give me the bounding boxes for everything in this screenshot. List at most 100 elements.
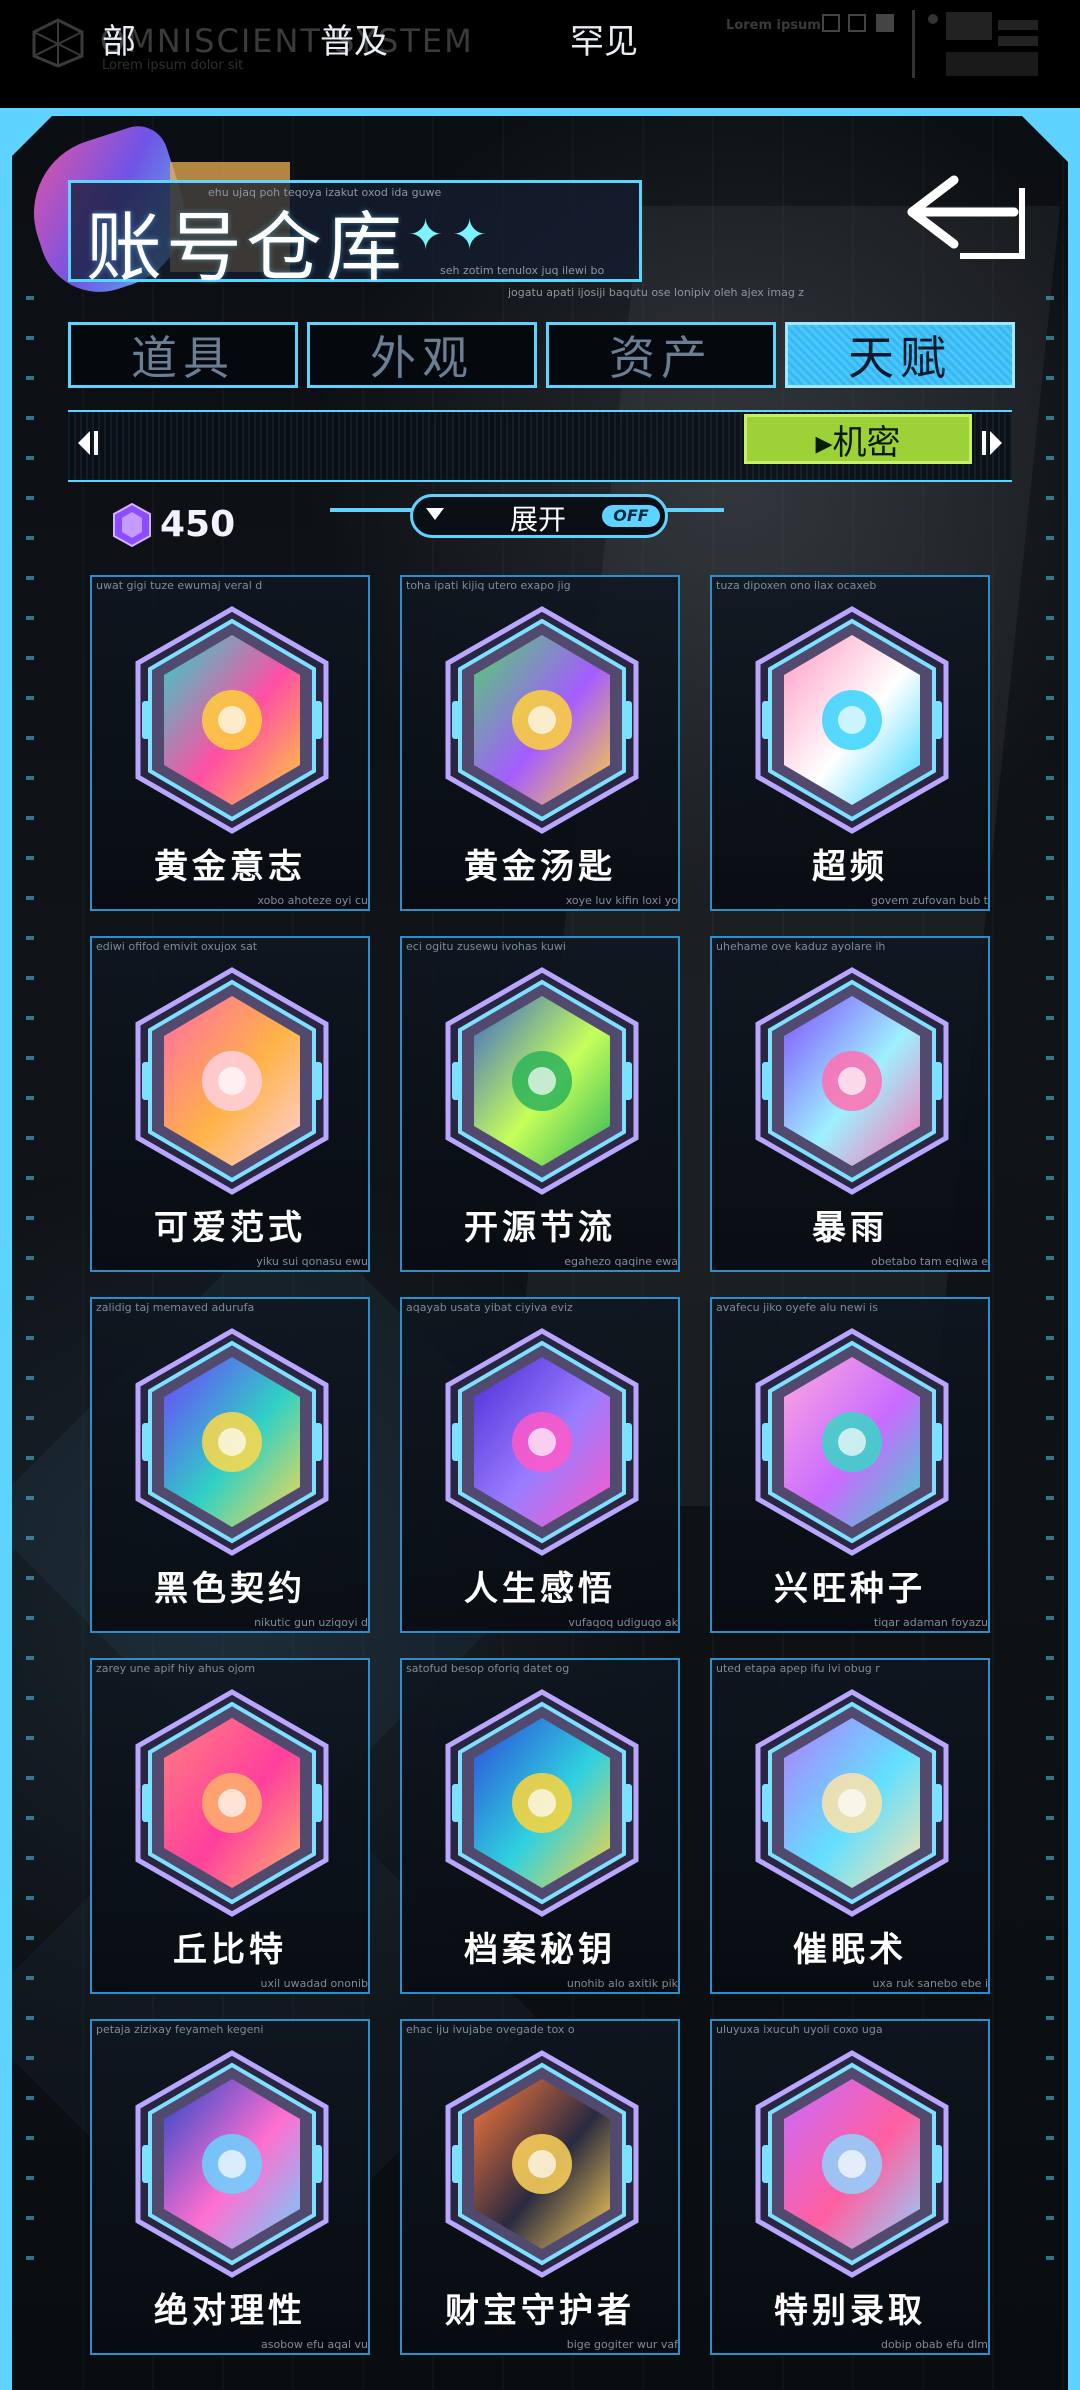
filled-square-icon [876,14,894,32]
top-bar: OMNISCIENT SYSTEM Lorem ipsum dolor sit … [0,0,1080,108]
page-title: 账号仓库 [86,203,406,292]
talent-card[interactable]: ehac iju ivujabe ovegade tox o 财宝守护者 bige … [400,2019,680,2355]
bg-dots-left [26,296,34,2296]
top-divider [912,10,915,78]
close-box-icon [848,14,866,32]
brain-head-icon [135,2050,329,2278]
card-caption-bottom: xobo ahoteze oyi cu [257,894,368,907]
card-caption-top: zalidig taj memaved adurufa [96,1301,255,1314]
card-caption-bottom: asobow efu aqal vu [260,2338,368,2351]
card-caption-bottom: obetabo tam eqiwa e [871,1255,988,1268]
title-caption-top: ehu ujaq poh teqoya izakut oxod ida guwe [208,186,442,199]
talent-card[interactable]: zarey une apif hiy ahus ojom 丘比特 uxil uwad… [90,1658,370,1994]
flower-seed-icon [755,1328,949,1556]
card-caption-top: uwat gigi tuze ewumaj veral d [96,579,263,592]
sparkle-icon: ✦ [408,210,444,259]
gem-count: 450 [160,504,236,545]
card-caption-top: satofud besop oforiq datet og [406,1662,570,1675]
filter-prev-arrow-icon[interactable] [76,428,100,458]
omniscient-logo-icon [32,18,84,68]
talent-name: 暴雨 [812,1208,888,1248]
talent-name: 开源节流 [464,1208,616,1248]
card-caption-bottom: egahezo qaqine ewa [564,1255,678,1268]
card-caption-bottom: bige gogiter wur vaf [566,2338,678,2351]
expand-off-toggle[interactable]: OFF [602,505,660,527]
golden-sun-icon [135,606,329,834]
card-caption-top: zarey une apif hiy ahus ojom [96,1662,256,1675]
rain-cloud-icon [755,967,949,1195]
bg-dots-right [1046,296,1054,2296]
overclock-chip-icon [755,606,949,834]
winding-path-icon [445,1328,639,1556]
talent-card[interactable]: zalidig taj memaved adurufa 黑色契约 nikutic g… [90,1297,370,1633]
filter-common[interactable]: 普及 [320,14,388,63]
cupid-bow-icon [135,1689,329,1917]
talent-name: 特别录取 [774,2291,926,2331]
deco-block [946,52,1038,76]
talent-card[interactable]: uhehame ove kaduz ayolare ih 暴雨 obetabo ta… [710,936,990,1272]
card-caption-top: ehac iju ivujabe ovegade tox o [406,2023,575,2036]
talent-name: 黄金意志 [154,847,306,887]
filter-all[interactable]: 部 [102,14,136,63]
talent-name: 兴旺种子 [774,1569,926,1609]
back-arrow-icon[interactable] [904,168,1034,268]
talent-card[interactable]: uted etapa apep ifu ivi obug r 催眠术 uxa ruk… [710,1658,990,1994]
bar-icon [998,20,1038,30]
talent-name: 催眠术 [793,1930,907,1970]
card-caption-bottom: yiku sui qonasu ewu [256,1255,368,1268]
card-caption-top: ediwi ofifod emivit oxujox sat [96,940,258,953]
talent-card[interactable]: satofud besop oforiq datet og 档案秘钥 unohib … [400,1658,680,1994]
sparkle-icon: ✦ [452,210,488,259]
talent-card[interactable]: avafecu jiko oyefe alu newi is 兴旺种子 tiqar … [710,1297,990,1633]
caret-down-icon [426,508,444,520]
tab-label: 道具 [131,331,235,385]
card-caption-top: avafecu jiko oyefe alu newi is [716,1301,878,1314]
talent-name: 黑色契约 [154,1569,306,1609]
money-cards-icon [445,967,639,1195]
talent-name: 超频 [812,847,888,887]
card-caption-top: uted etapa apep ifu ivi obug r [716,1662,880,1675]
title-caption-under: jogatu apati ijosiji baqutu ose lonipiv … [508,286,805,299]
filter-rare[interactable]: 罕见 [570,14,638,63]
talent-name: 绝对理性 [154,2291,306,2331]
talent-card[interactable]: petaja zizixay feyameh kegeni 绝对理性 asobow … [90,2019,370,2355]
card-caption-bottom: govem zufovan bub t [870,894,988,907]
talent-name: 可爱范式 [154,1208,306,1248]
square-icon [822,14,840,32]
hypno-spiral-icon [755,1689,949,1917]
expand-label: 展开 [510,503,567,536]
talent-card[interactable]: uluyuxa ixucuh uyoli coxo uga 特别录取 dobip o… [710,2019,990,2355]
talent-name: 档案秘钥 [464,1930,616,1970]
card-caption-bottom: unohib alo axitik pik [566,1977,678,1990]
golden-spoon-icon [445,606,639,834]
talent-card[interactable]: eci ogitu zusewu ivohas kuwi 开源节流 egahezo … [400,936,680,1272]
bunny-icon [135,967,329,1195]
talent-card[interactable]: tuza dipoxen ono ilax ocaxeb 超频 govem zufo… [710,575,990,911]
tab-items[interactable]: 道具 [68,322,298,388]
dot-icon [928,14,938,24]
golden-key-icon [445,1689,639,1917]
card-caption-top: eci ogitu zusewu ivohas kuwi [406,940,566,953]
card-caption-top: uluyuxa ixucuh uyoli coxo uga [716,2023,883,2036]
card-caption-bottom: uxa ruk sanebo ebe i [872,1977,988,1990]
gem-icon [113,502,151,548]
tab-label: 天赋 [848,331,952,385]
tab-label: 资产 [609,331,713,385]
tab-appearance[interactable]: 外观 [307,322,537,388]
talent-name: 丘比特 [173,1930,287,1970]
talent-name: 人生感悟 [464,1569,616,1609]
tab-talents[interactable]: 天赋 [785,322,1015,388]
filter-secret-active[interactable]: ▸机密 [744,414,972,464]
contract-icon [135,1328,329,1556]
talent-card[interactable]: ediwi ofifod emivit oxujox sat 可爱范式 yiku s… [90,936,370,1272]
talent-card[interactable]: toha ipati kijiq utero exapo jig 黄金汤匙 xoye… [400,575,680,911]
tab-label: 外观 [370,331,474,385]
talent-name: 财宝守护者 [445,2291,635,2331]
talent-card[interactable]: uwat gigi tuze ewumaj veral d 黄金意志 xobo ah… [90,575,370,911]
tab-assets[interactable]: 资产 [546,322,776,388]
card-caption-bottom: xoye luv kifin loxi yo [565,894,678,907]
top-ipsum-label: Lorem ipsum [726,18,821,33]
talent-card[interactable]: aqayab usata yibat ciyiva eviz 人生感悟 vufaqo… [400,1297,680,1633]
card-caption-top: aqayab usata yibat ciyiva eviz [406,1301,573,1314]
filter-next-arrow-icon[interactable] [980,428,1004,458]
